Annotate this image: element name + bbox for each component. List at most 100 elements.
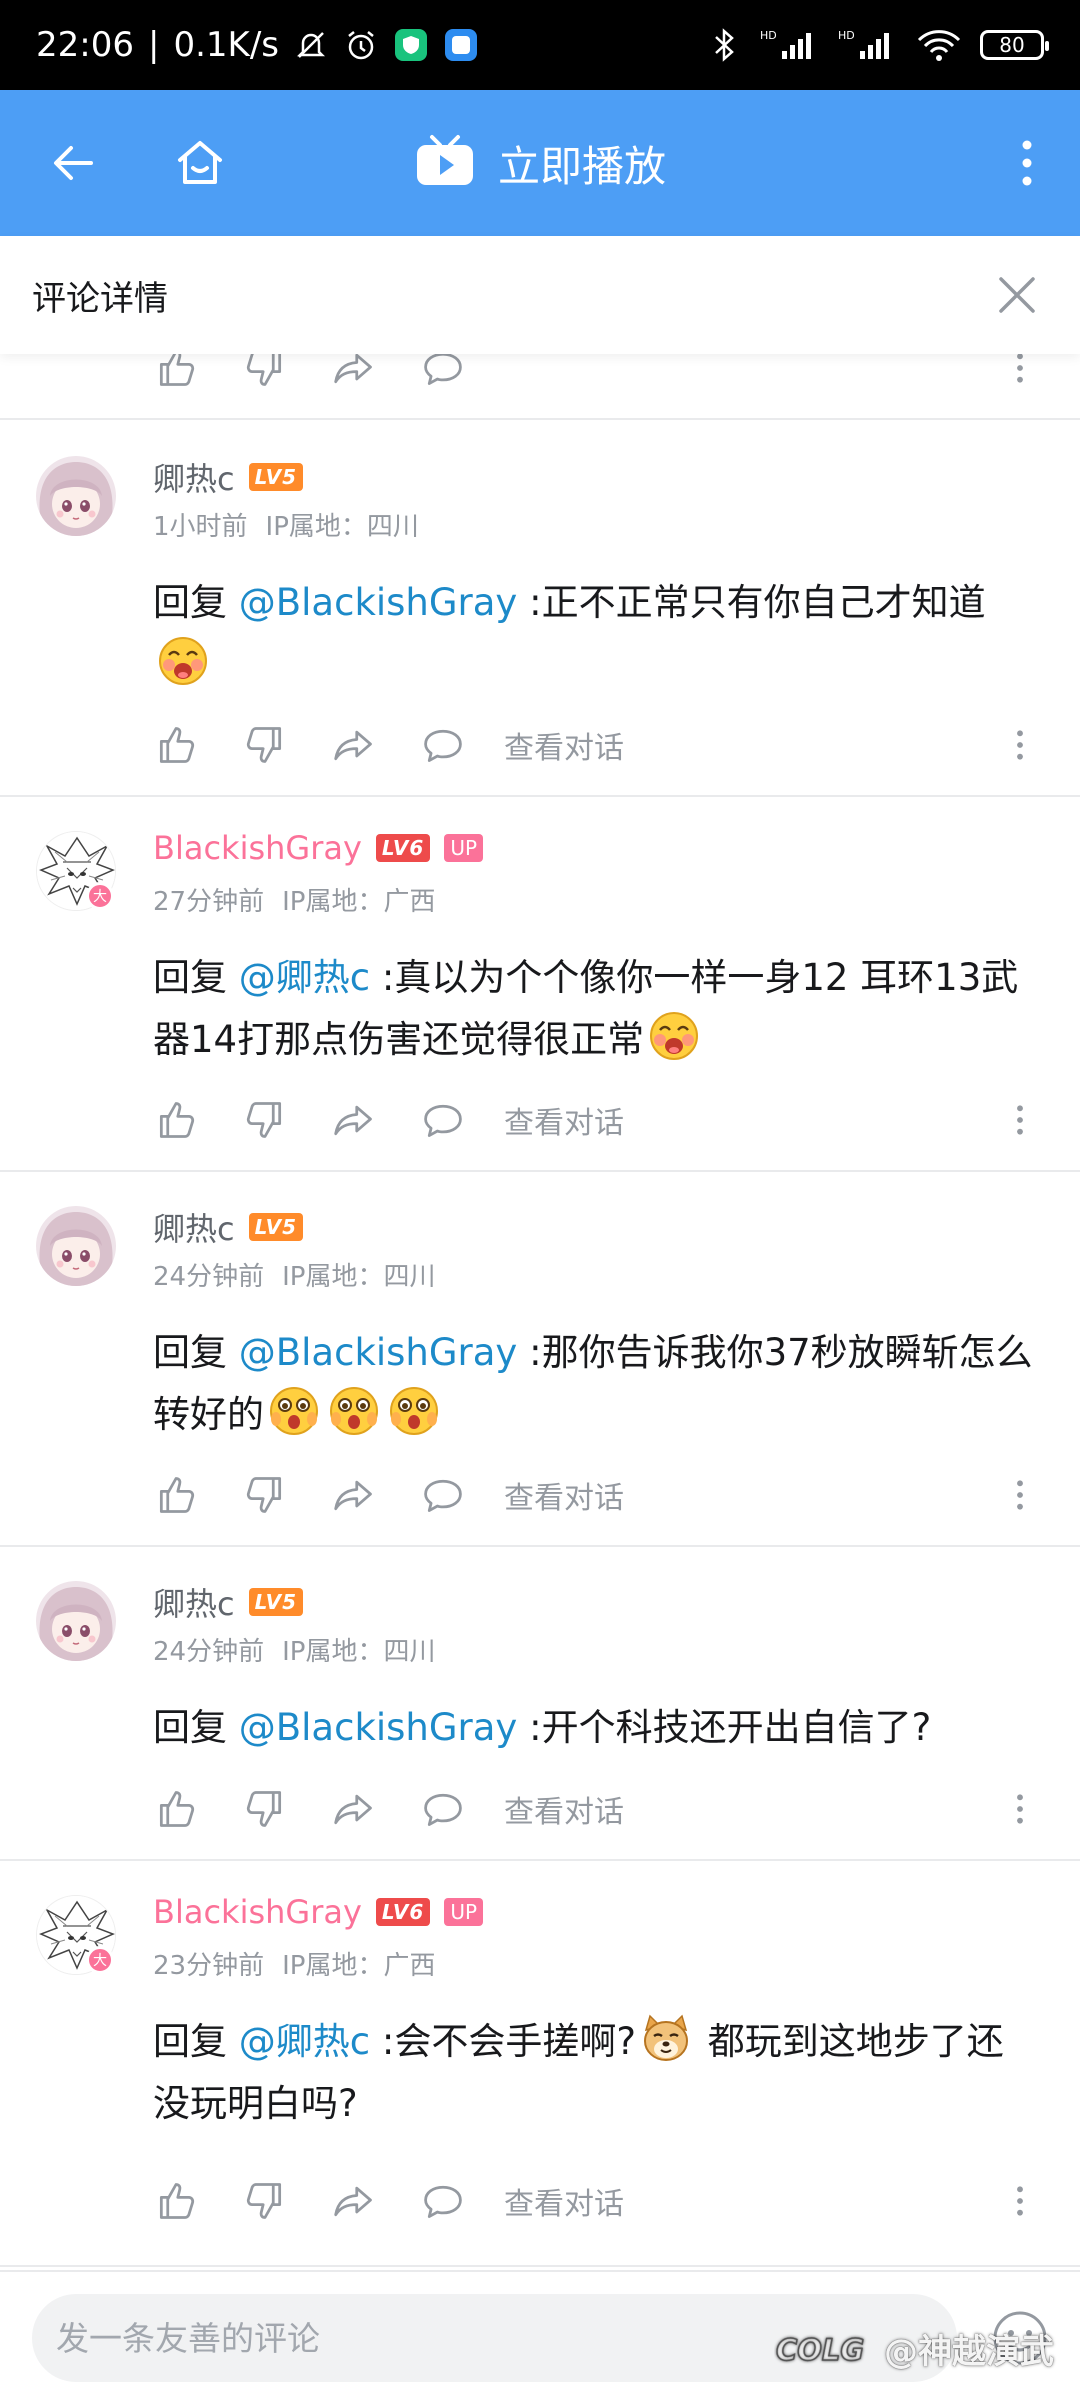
status-time: 22:06 bbox=[36, 25, 134, 65]
comment-bubble-icon bbox=[421, 1787, 465, 1831]
home-button[interactable] bbox=[155, 118, 245, 208]
thumb-up-icon bbox=[154, 1787, 198, 1831]
close-button[interactable] bbox=[974, 252, 1060, 338]
thumb-down-icon bbox=[243, 1473, 287, 1517]
thumb-up-icon bbox=[154, 1098, 198, 1142]
share-button[interactable] bbox=[326, 1781, 382, 1837]
avatar-badge: 大 bbox=[86, 1946, 114, 1974]
like-button[interactable] bbox=[148, 717, 204, 773]
comment-more-button[interactable] bbox=[992, 1467, 1048, 1523]
more-menu-button[interactable] bbox=[982, 118, 1072, 208]
bluetooth-icon bbox=[706, 27, 742, 63]
mention-link[interactable]: @卿热c bbox=[239, 2020, 370, 2063]
comment-text: 回复 @卿热c :真以为个个像你一样一身12 耳环13武器14打那点伤害还觉得很… bbox=[153, 956, 1019, 1062]
comment-more-button[interactable] bbox=[992, 2173, 1048, 2229]
more-vertical-icon bbox=[1000, 1789, 1040, 1829]
view-conversation-link[interactable]: 查看对话 bbox=[504, 2179, 624, 2223]
like-button[interactable] bbox=[148, 1781, 204, 1837]
mention-link[interactable]: @卿热c bbox=[239, 956, 370, 999]
level-badge: LV5 bbox=[248, 1588, 303, 1616]
reply-button[interactable] bbox=[415, 1092, 471, 1148]
comment-text: 回复 @BlackishGray :正不正常只有你自己才知道 bbox=[153, 572, 1033, 696]
share-button[interactable] bbox=[326, 2173, 382, 2229]
level-badge: LV5 bbox=[248, 463, 303, 491]
app-bar: 立即播放 bbox=[0, 90, 1080, 236]
thumb-up-icon bbox=[154, 1473, 198, 1517]
like-button[interactable] bbox=[148, 1467, 204, 1523]
mention-link[interactable]: @BlackishGray bbox=[239, 581, 518, 624]
comment-ip: IP属地：广西 bbox=[282, 887, 436, 917]
mention-link[interactable]: @BlackishGray bbox=[239, 1331, 518, 1374]
like-button[interactable] bbox=[148, 1092, 204, 1148]
comment-ip: IP属地：四川 bbox=[282, 1637, 436, 1667]
view-conversation-link[interactable]: 查看对话 bbox=[504, 1098, 624, 1142]
reply-button[interactable] bbox=[415, 1781, 471, 1837]
like-button[interactable] bbox=[148, 2173, 204, 2229]
thumb-down-icon bbox=[243, 2179, 287, 2223]
dislike-button[interactable] bbox=[237, 1092, 293, 1148]
level-badge: LV6 bbox=[375, 834, 431, 862]
share-button[interactable] bbox=[326, 1092, 382, 1148]
comment-ip: IP属地：四川 bbox=[265, 512, 419, 542]
dislike-button[interactable] bbox=[237, 717, 293, 773]
comment-more-button[interactable] bbox=[992, 1781, 1048, 1837]
comment-username[interactable]: BlackishGray bbox=[153, 1893, 362, 1931]
comment-ip: IP属地：广西 bbox=[282, 1951, 436, 1981]
more-vertical-icon bbox=[1000, 2181, 1040, 2221]
comment-item: 大 BlackishGray LV6 UP 23分钟前 IP属地：广西 回复 @… bbox=[0, 1861, 1080, 2267]
watermark-text: @神越演武 bbox=[884, 2332, 1054, 2372]
back-button[interactable] bbox=[28, 118, 118, 208]
avatar[interactable] bbox=[36, 1581, 116, 1661]
dislike-button[interactable] bbox=[237, 2173, 293, 2229]
view-conversation-link[interactable]: 查看对话 bbox=[504, 1787, 624, 1831]
more-vertical-icon bbox=[1000, 348, 1040, 388]
avatar[interactable] bbox=[36, 456, 116, 536]
comment-more-button[interactable] bbox=[992, 1092, 1048, 1148]
svg-text:COLG: COLG bbox=[776, 2333, 864, 2367]
comment-detail-header: 评论详情 bbox=[0, 236, 1080, 354]
dislike-button[interactable] bbox=[237, 1781, 293, 1837]
panel-title: 评论详情 bbox=[32, 278, 168, 319]
thumb-up-icon bbox=[154, 2179, 198, 2223]
doge-emoji-icon bbox=[640, 2012, 692, 2064]
share-button[interactable] bbox=[326, 1467, 382, 1523]
arrow-left-icon bbox=[54, 146, 93, 180]
comment-username[interactable]: 卿热c bbox=[153, 1579, 235, 1625]
laugh-emoji-icon bbox=[648, 1010, 700, 1062]
signal-hd-2-icon: HD bbox=[838, 27, 898, 63]
share-icon bbox=[332, 1787, 376, 1831]
view-conversation-link[interactable]: 查看对话 bbox=[504, 1473, 624, 1517]
up-badge: UP bbox=[444, 1898, 484, 1926]
thumb-down-icon bbox=[243, 1098, 287, 1142]
battery-level: 80 bbox=[999, 33, 1025, 57]
share-button[interactable] bbox=[326, 717, 382, 773]
comment-bubble-icon bbox=[421, 1098, 465, 1142]
laugh-emoji-icon bbox=[157, 635, 209, 687]
reply-button[interactable] bbox=[415, 2173, 471, 2229]
comment-username[interactable]: 卿热c bbox=[153, 1204, 235, 1250]
action-row: 查看对话 bbox=[148, 1092, 1048, 1148]
comment-ip: IP属地：四川 bbox=[282, 1262, 436, 1292]
comment-time: 1小时前 bbox=[153, 512, 248, 542]
reply-button[interactable] bbox=[415, 1467, 471, 1523]
comment-more-button[interactable] bbox=[992, 717, 1048, 773]
thumb-down-icon bbox=[243, 723, 287, 767]
comment-time: 24分钟前 bbox=[153, 1262, 265, 1292]
comment-text: 回复 @卿热c :会不会手搓啊? 都玩到这地步了还没玩明白吗? bbox=[153, 2011, 1033, 2135]
tv-play-icon[interactable] bbox=[414, 133, 476, 193]
view-conversation-link[interactable]: 查看对话 bbox=[504, 723, 624, 767]
comment-username[interactable]: 卿热c bbox=[153, 454, 235, 500]
comment-bubble-icon bbox=[421, 723, 465, 767]
svg-text:HD: HD bbox=[838, 29, 855, 42]
avatar[interactable] bbox=[36, 1206, 116, 1286]
comment-item: 卿热c LV5 24分钟前 IP属地：四川 回复 @BlackishGray :… bbox=[0, 1172, 1080, 1547]
dislike-button[interactable] bbox=[237, 1467, 293, 1523]
play-now-title[interactable]: 立即播放 bbox=[498, 133, 666, 194]
mention-link[interactable]: @BlackishGray bbox=[239, 1706, 518, 1749]
shield-app-icon bbox=[393, 27, 429, 63]
comment-username[interactable]: BlackishGray bbox=[153, 829, 362, 867]
shocked-emoji-icon bbox=[328, 1385, 380, 1437]
reply-button[interactable] bbox=[415, 717, 471, 773]
level-badge: LV6 bbox=[375, 1898, 431, 1926]
comment-item: 大 BlackishGray LV6 UP 27分钟前 IP属地：广西 回复 @… bbox=[0, 797, 1080, 1172]
